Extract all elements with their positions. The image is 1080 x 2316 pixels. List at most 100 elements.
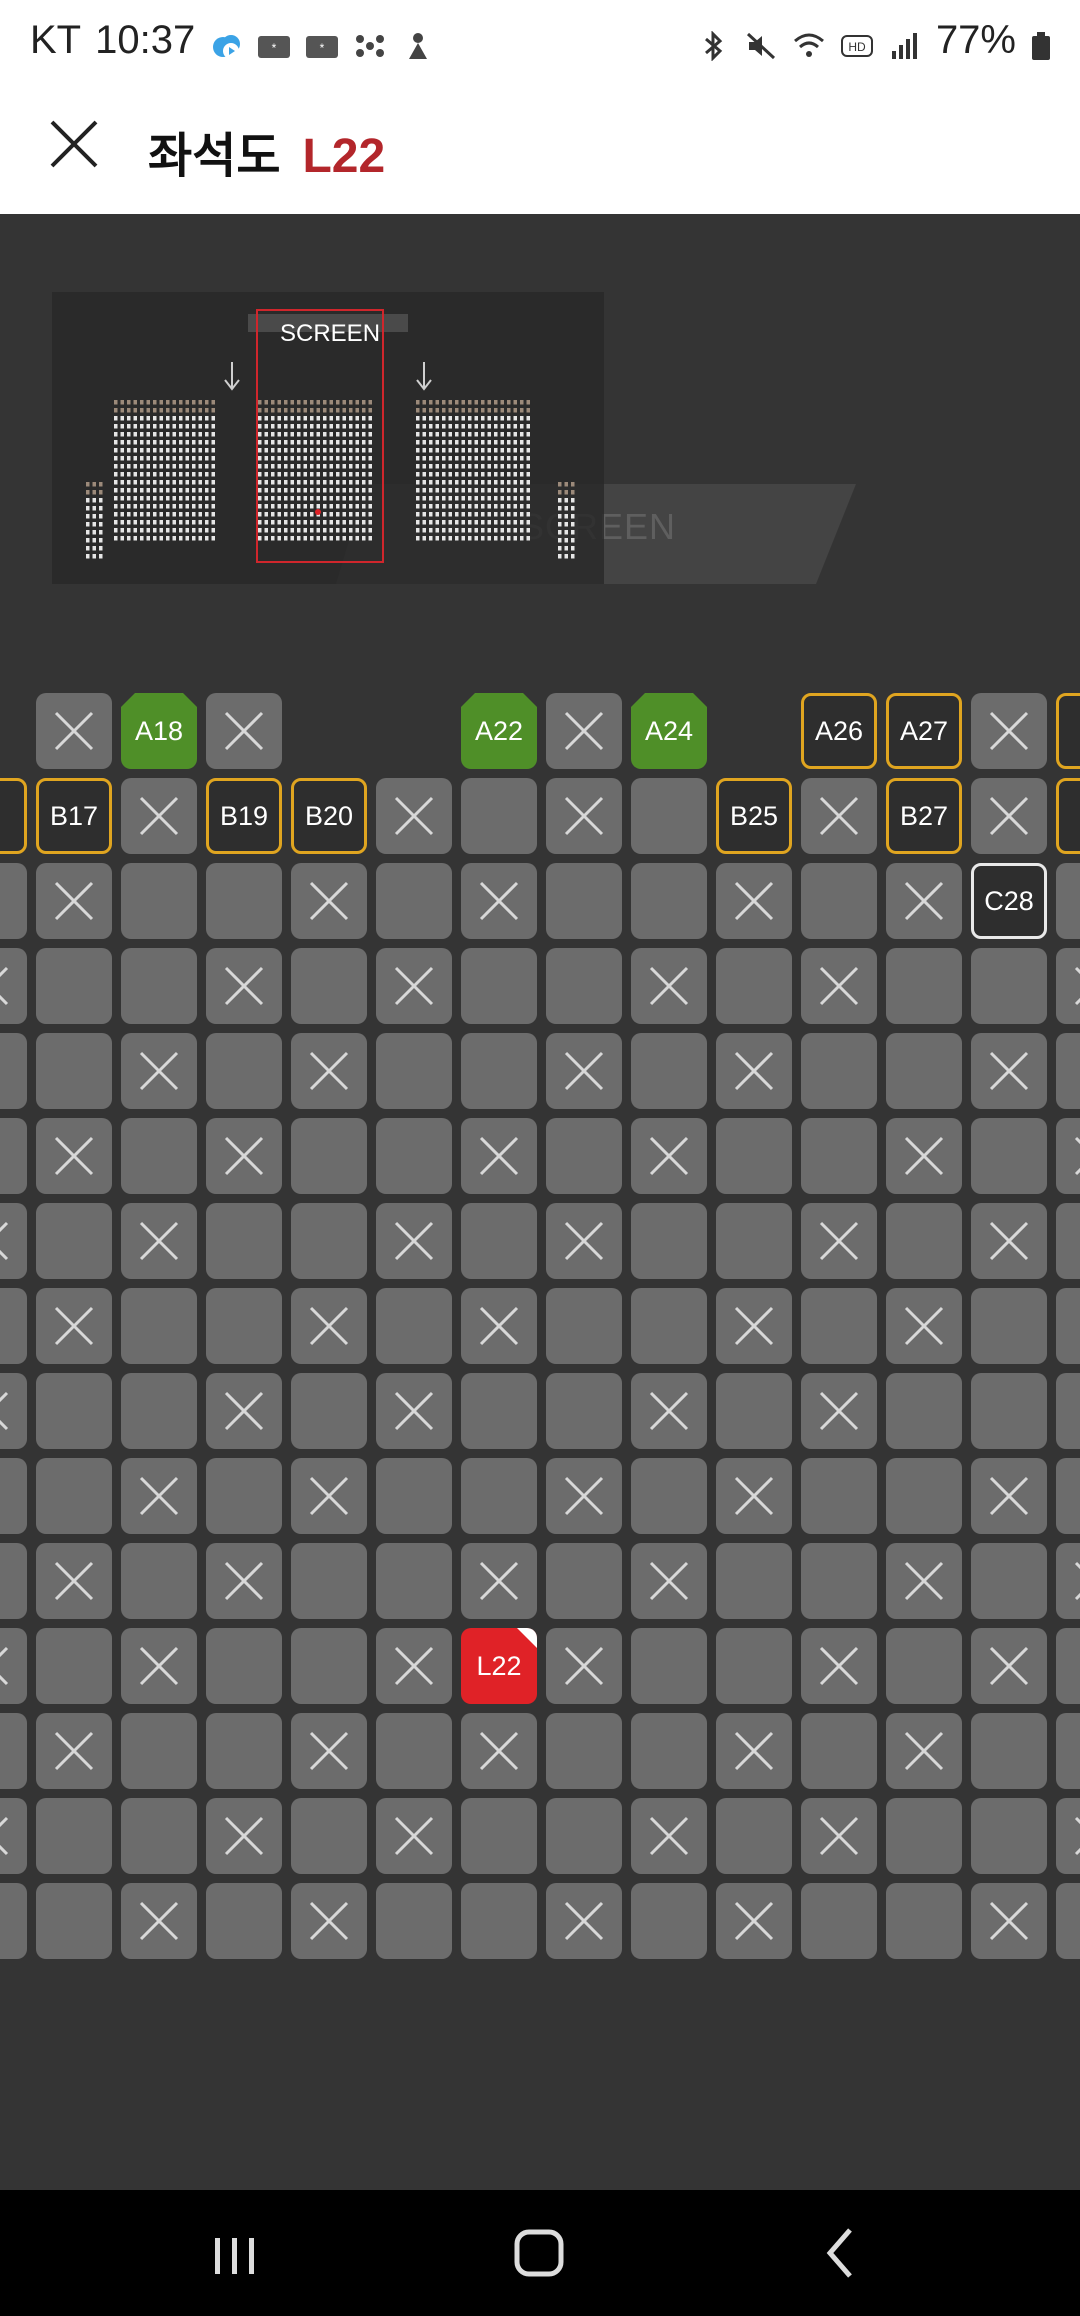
seat-l-5-selected[interactable]: L22 <box>461 1628 537 1704</box>
seat-l-12-available[interactable] <box>1056 1628 1080 1704</box>
seat-g-12-available[interactable] <box>1056 1203 1080 1279</box>
seat-o-0-available[interactable] <box>36 1883 112 1959</box>
seat-e-0-available[interactable] <box>36 1033 112 1109</box>
seat-d-8-available[interactable] <box>716 948 792 1024</box>
seat-l-3-available[interactable] <box>291 1628 367 1704</box>
seat-j-5-available[interactable] <box>461 1458 537 1534</box>
seat-c-1-available[interactable] <box>121 863 197 939</box>
seat-m-4-available[interactable] <box>376 1713 452 1789</box>
close-button[interactable] <box>44 114 104 174</box>
seat-g-2-available[interactable] <box>206 1203 282 1279</box>
seat-g-7-available[interactable] <box>631 1203 707 1279</box>
home-button[interactable] <box>504 2220 574 2286</box>
seat-l-0-available[interactable] <box>36 1628 112 1704</box>
seat-m-6-available[interactable] <box>546 1713 622 1789</box>
seat-g-0-available[interactable] <box>36 1203 112 1279</box>
seat-l-7-available[interactable] <box>631 1628 707 1704</box>
seat-h-12-available[interactable] <box>1056 1288 1080 1364</box>
seat-n-8-available[interactable] <box>716 1798 792 1874</box>
seat-map[interactable]: SCREEN SCREEN A18A22A24A26A27A6B17B19B20… <box>0 214 1080 2190</box>
seat-c-6-available[interactable] <box>546 863 622 939</box>
seat-b-12-labeled[interactable]: B <box>1056 778 1080 854</box>
seat-f-6-available[interactable] <box>546 1118 622 1194</box>
seat-i-1-available[interactable] <box>121 1373 197 1449</box>
seat-l-10-available[interactable] <box>886 1628 962 1704</box>
seat-o-5-available[interactable] <box>461 1883 537 1959</box>
seat-i-8-available[interactable] <box>716 1373 792 1449</box>
seat-f-first-available[interactable] <box>0 1118 27 1194</box>
seat-h-9-available[interactable] <box>801 1288 877 1364</box>
seat-o-first-available[interactable] <box>0 1883 27 1959</box>
seat-i-3-available[interactable] <box>291 1373 367 1449</box>
seat-d-11-available[interactable] <box>971 948 1047 1024</box>
seat-o-9-available[interactable] <box>801 1883 877 1959</box>
seat-h-6-available[interactable] <box>546 1288 622 1364</box>
seat-c-first-available[interactable] <box>0 863 27 939</box>
seat-m-11-available[interactable] <box>971 1713 1047 1789</box>
seat-j-2-available[interactable] <box>206 1458 282 1534</box>
seat-e-first-available[interactable] <box>0 1033 27 1109</box>
seat-j-9-available[interactable] <box>801 1458 877 1534</box>
seat-j-7-available[interactable] <box>631 1458 707 1534</box>
seat-f-4-available[interactable] <box>376 1118 452 1194</box>
seat-n-0-available[interactable] <box>36 1798 112 1874</box>
seat-k-first-available[interactable] <box>0 1543 27 1619</box>
seat-n-10-available[interactable] <box>886 1798 962 1874</box>
seat-i-11-available[interactable] <box>971 1373 1047 1449</box>
seat-j-4-available[interactable] <box>376 1458 452 1534</box>
seat-c-7-available[interactable] <box>631 863 707 939</box>
seat-b-2-labeled[interactable]: B19 <box>206 778 282 854</box>
seat-k-3-available[interactable] <box>291 1543 367 1619</box>
seat-e-7-available[interactable] <box>631 1033 707 1109</box>
seat-b-8-labeled[interactable]: B25 <box>716 778 792 854</box>
seat-e-5-available[interactable] <box>461 1033 537 1109</box>
seat-a-9-labeled[interactable]: A26 <box>801 693 877 769</box>
seat-f-3-available[interactable] <box>291 1118 367 1194</box>
seat-f-8-available[interactable] <box>716 1118 792 1194</box>
seat-d-10-available[interactable] <box>886 948 962 1024</box>
seat-m-first-available[interactable] <box>0 1713 27 1789</box>
seat-l-2-available[interactable] <box>206 1628 282 1704</box>
seat-d-0-available[interactable] <box>36 948 112 1024</box>
seat-b-3-labeled[interactable]: B20 <box>291 778 367 854</box>
seat-i-12-available[interactable] <box>1056 1373 1080 1449</box>
seat-o-7-available[interactable] <box>631 1883 707 1959</box>
seat-g-10-available[interactable] <box>886 1203 962 1279</box>
seat-i-5-available[interactable] <box>461 1373 537 1449</box>
seat-i-6-available[interactable] <box>546 1373 622 1449</box>
seat-f-9-available[interactable] <box>801 1118 877 1194</box>
seat-f-1-available[interactable] <box>121 1118 197 1194</box>
seat-e-10-available[interactable] <box>886 1033 962 1109</box>
seat-j-12-available[interactable] <box>1056 1458 1080 1534</box>
seat-c-11-labeled-white[interactable]: C28 <box>971 863 1047 939</box>
seat-k-8-available[interactable] <box>716 1543 792 1619</box>
seat-j-0-available[interactable] <box>36 1458 112 1534</box>
seat-k-9-available[interactable] <box>801 1543 877 1619</box>
seat-j-first-available[interactable] <box>0 1458 27 1534</box>
seat-b-0-labeled[interactable]: B17 <box>36 778 112 854</box>
seat-a-5-green[interactable]: A22 <box>461 693 537 769</box>
seat-g-3-available[interactable] <box>291 1203 367 1279</box>
seat-d-3-available[interactable] <box>291 948 367 1024</box>
seat-a-12-labeled[interactable]: A <box>1056 693 1080 769</box>
seat-a-1-green[interactable]: A18 <box>121 693 197 769</box>
seat-l-8-available[interactable] <box>716 1628 792 1704</box>
seat-f-11-available[interactable] <box>971 1118 1047 1194</box>
seat-c-2-available[interactable] <box>206 863 282 939</box>
seat-h-11-available[interactable] <box>971 1288 1047 1364</box>
seat-n-3-available[interactable] <box>291 1798 367 1874</box>
seat-n-1-available[interactable] <box>121 1798 197 1874</box>
seat-a-7-green[interactable]: A24 <box>631 693 707 769</box>
seat-h-1-available[interactable] <box>121 1288 197 1364</box>
seat-m-12-available[interactable] <box>1056 1713 1080 1789</box>
seat-h-7-available[interactable] <box>631 1288 707 1364</box>
back-button[interactable] <box>806 2220 876 2286</box>
seat-h-4-available[interactable] <box>376 1288 452 1364</box>
seat-b-first-labeled[interactable]: 6 <box>0 778 27 854</box>
seat-m-2-available[interactable] <box>206 1713 282 1789</box>
seat-c-4-available[interactable] <box>376 863 452 939</box>
seat-e-4-available[interactable] <box>376 1033 452 1109</box>
seat-e-12-available[interactable] <box>1056 1033 1080 1109</box>
seat-e-2-available[interactable] <box>206 1033 282 1109</box>
seat-o-4-available[interactable] <box>376 1883 452 1959</box>
